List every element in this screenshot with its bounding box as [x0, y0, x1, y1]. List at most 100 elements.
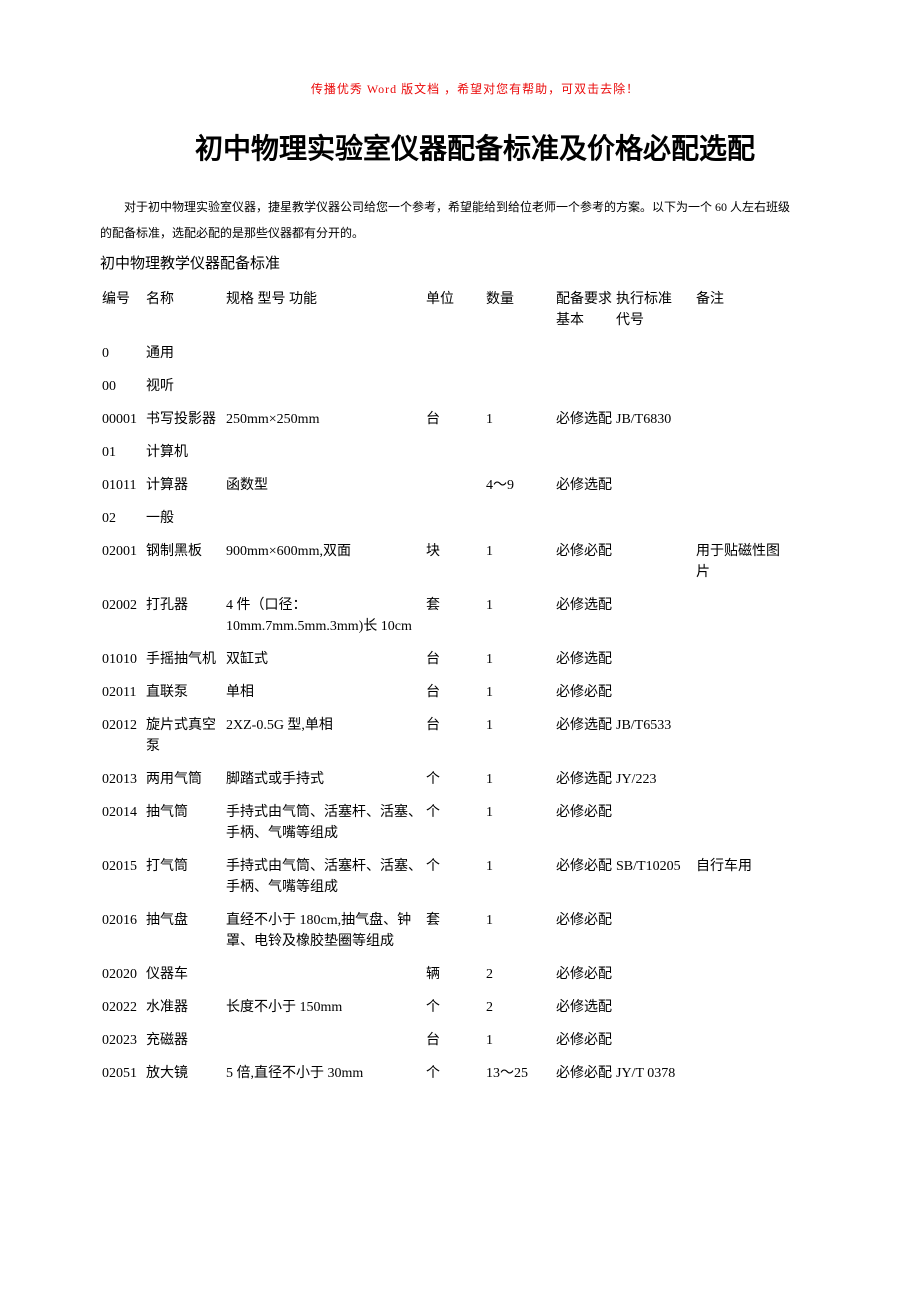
cell-name: 钢制黑板	[144, 535, 224, 589]
cell-id: 02002	[100, 589, 144, 643]
cell-std: JB/T6830	[614, 403, 694, 436]
cell-unit: 台	[424, 1024, 484, 1057]
cell-req: 必修选配	[554, 403, 614, 436]
cell-note	[694, 1024, 794, 1057]
cell-unit: 个	[424, 991, 484, 1024]
cell-spec: 双缸式	[224, 643, 424, 676]
cell-name: 手摇抽气机	[144, 643, 224, 676]
cell-unit: 个	[424, 1057, 484, 1090]
cell-id: 02011	[100, 676, 144, 709]
cell-note	[694, 796, 794, 850]
table-row: 02022水准器长度不小于 150mm个2必修选配	[100, 991, 850, 1024]
cell-qty: 1	[484, 403, 554, 436]
cell-id: 02020	[100, 958, 144, 991]
cell-qty: 1	[484, 676, 554, 709]
cell-unit	[424, 469, 484, 502]
table-row: 02一般	[100, 502, 850, 535]
cell-note: 用于贴磁性图片	[694, 535, 794, 589]
cell-req	[554, 370, 614, 403]
cell-std	[614, 370, 694, 403]
cell-std: JY/223	[614, 763, 694, 796]
cell-unit: 辆	[424, 958, 484, 991]
cell-req: 必修必配	[554, 796, 614, 850]
cell-qty: 1	[484, 904, 554, 958]
cell-id: 02012	[100, 709, 144, 763]
cell-qty	[484, 436, 554, 469]
cell-note	[694, 589, 794, 643]
cell-name: 计算器	[144, 469, 224, 502]
cell-unit: 台	[424, 709, 484, 763]
cell-name: 两用气筒	[144, 763, 224, 796]
table-row: 01计算机	[100, 436, 850, 469]
cell-unit	[424, 436, 484, 469]
table-row: 02051放大镜5 倍,直径不小于 30mm个13～25必修必配JY/T 037…	[100, 1057, 850, 1090]
table-row: 02011直联泵单相台1必修必配	[100, 676, 850, 709]
intro-paragraph-2: 的配备标准，选配必配的是那些仪器都有分开的。	[100, 223, 850, 245]
cell-qty	[484, 502, 554, 535]
cell-req: 必修必配	[554, 535, 614, 589]
col-req-header: 配备要求 基本	[554, 283, 614, 337]
table-row: 02001钢制黑板900mm×600mm,双面块1必修必配用于贴磁性图片	[100, 535, 850, 589]
col-unit-header: 单位	[424, 283, 484, 337]
col-std-header-top: 执行标准	[616, 289, 692, 310]
cell-unit: 个	[424, 850, 484, 904]
cell-qty	[484, 337, 554, 370]
col-std-header-sub: 代号	[616, 310, 692, 331]
cell-name: 通用	[144, 337, 224, 370]
cell-note	[694, 676, 794, 709]
cell-qty: 1	[484, 763, 554, 796]
cell-req	[554, 337, 614, 370]
cell-name: 放大镜	[144, 1057, 224, 1090]
cell-std	[614, 676, 694, 709]
cell-spec	[224, 958, 424, 991]
cell-id: 02013	[100, 763, 144, 796]
cell-std	[614, 589, 694, 643]
cell-req: 必修必配	[554, 904, 614, 958]
cell-std	[614, 643, 694, 676]
cell-spec: 900mm×600mm,双面	[224, 535, 424, 589]
col-req-header-top: 配备要求	[556, 289, 612, 310]
cell-id: 02001	[100, 535, 144, 589]
cell-spec: 2XZ-0.5G 型,单相	[224, 709, 424, 763]
cell-std	[614, 469, 694, 502]
cell-id: 00001	[100, 403, 144, 436]
col-req-header-sub: 基本	[556, 310, 612, 331]
cell-id: 01010	[100, 643, 144, 676]
cell-spec: 250mm×250mm	[224, 403, 424, 436]
cell-spec: 直经不小于 180cm,抽气盘、钟罩、电铃及橡胶垫圈等组成	[224, 904, 424, 958]
cell-id: 00	[100, 370, 144, 403]
cell-note	[694, 643, 794, 676]
cell-name: 打气筒	[144, 850, 224, 904]
col-spec-header: 规格 型号 功能	[224, 283, 424, 337]
table-row: 02015打气筒手持式由气筒、活塞杆、活塞、手柄、气嘴等组成个1必修必配SB/T…	[100, 850, 850, 904]
cell-qty: 2	[484, 958, 554, 991]
cell-spec	[224, 370, 424, 403]
cell-req	[554, 502, 614, 535]
header-note: 传播优秀 Word 版文档 ，希望对您有帮助，可双击去除！	[100, 80, 850, 97]
cell-std: SB/T10205	[614, 850, 694, 904]
cell-name: 水准器	[144, 991, 224, 1024]
cell-std	[614, 1024, 694, 1057]
cell-id: 02	[100, 502, 144, 535]
cell-name: 书写投影器	[144, 403, 224, 436]
table-body: 0通用00视听00001书写投影器250mm×250mm台1必修选配JB/T68…	[100, 337, 850, 1090]
cell-req: 必修必配	[554, 850, 614, 904]
cell-qty: 1	[484, 643, 554, 676]
cell-id: 02051	[100, 1057, 144, 1090]
cell-name: 计算机	[144, 436, 224, 469]
subtitle: 初中物理教学仪器配备标准	[100, 252, 850, 273]
cell-std	[614, 535, 694, 589]
cell-req	[554, 436, 614, 469]
cell-std: JB/T6533	[614, 709, 694, 763]
cell-name: 仪器车	[144, 958, 224, 991]
cell-unit	[424, 337, 484, 370]
table-row: 02002打孔器4 件（口径：10mm.7mm.5mm.3mm)长 10cm套1…	[100, 589, 850, 643]
cell-spec: 手持式由气筒、活塞杆、活塞、手柄、气嘴等组成	[224, 850, 424, 904]
table-row: 01011计算器函数型4～9必修选配	[100, 469, 850, 502]
cell-id: 02023	[100, 1024, 144, 1057]
cell-id: 01011	[100, 469, 144, 502]
cell-std	[614, 958, 694, 991]
cell-spec	[224, 502, 424, 535]
cell-qty: 4～9	[484, 469, 554, 502]
cell-note	[694, 502, 794, 535]
